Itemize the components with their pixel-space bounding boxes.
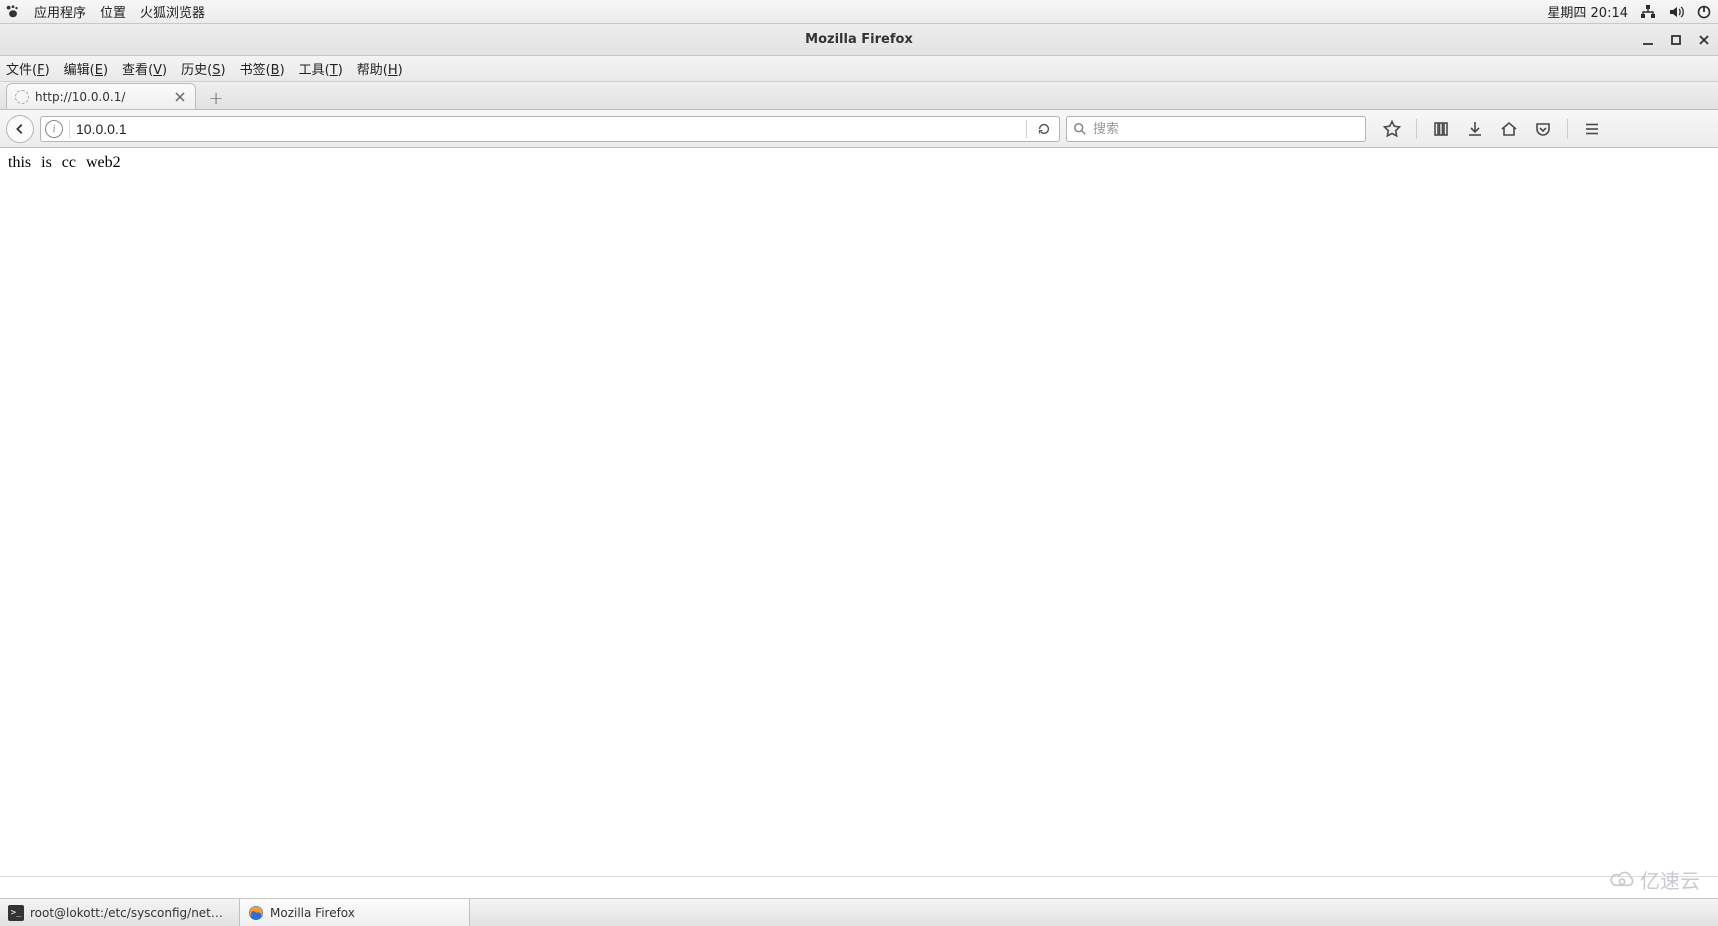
search-input[interactable] xyxy=(1093,121,1359,136)
browser-tab[interactable]: http://10.0.0.1/ xyxy=(6,83,196,109)
search-icon xyxy=(1073,122,1087,136)
gnome-taskbar: >_ root@lokott:/etc/sysconfig/networ… Mo… xyxy=(0,898,1718,926)
gnome-top-panel: 应用程序 位置 火狐浏览器 星期四 20:14 xyxy=(0,0,1718,24)
firefox-icon xyxy=(248,905,264,921)
tab-strip: http://10.0.0.1/ + xyxy=(0,82,1718,110)
downloads-icon[interactable] xyxy=(1465,119,1485,139)
window-minimize-button[interactable] xyxy=(1640,32,1656,48)
home-icon[interactable] xyxy=(1499,119,1519,139)
firefox-menubar: 文件(F) 编辑(E) 查看(V) 历史(S) 书签(B) 工具(T) 帮助(H… xyxy=(0,56,1718,82)
menu-help[interactable]: 帮助(H) xyxy=(357,59,403,78)
gnome-menu-applications[interactable]: 应用程序 xyxy=(34,2,86,21)
power-icon[interactable] xyxy=(1696,4,1712,20)
menu-file[interactable]: 文件(F) xyxy=(6,59,50,78)
window-title: Mozilla Firefox xyxy=(805,32,913,47)
page-text: this is cc web2 xyxy=(8,154,121,171)
menu-tools[interactable]: 工具(T) xyxy=(299,59,343,78)
taskbar-item-terminal[interactable]: >_ root@lokott:/etc/sysconfig/networ… xyxy=(0,899,240,926)
urlbar-separator xyxy=(1026,120,1027,138)
pocket-icon[interactable] xyxy=(1533,119,1553,139)
gnome-menu-places[interactable]: 位置 xyxy=(100,2,126,21)
taskbar-terminal-label: root@lokott:/etc/sysconfig/networ… xyxy=(30,906,231,920)
library-icon[interactable] xyxy=(1431,119,1451,139)
taskbar-item-firefox[interactable]: Mozilla Firefox xyxy=(240,899,470,926)
tab-favicon-placeholder-icon xyxy=(15,90,29,104)
menu-edit[interactable]: 编辑(E) xyxy=(64,59,108,78)
bookmark-star-icon[interactable] xyxy=(1382,119,1402,139)
identity-info-icon[interactable]: i xyxy=(45,120,63,138)
gnome-menu-firefox[interactable]: 火狐浏览器 xyxy=(140,2,205,21)
menu-history[interactable]: 历史(S) xyxy=(181,59,225,78)
urlbar-separator xyxy=(69,120,70,138)
reload-button[interactable] xyxy=(1033,118,1055,140)
nav-toolbar: i xyxy=(0,110,1718,148)
hamburger-menu-icon[interactable] xyxy=(1582,119,1602,139)
window-titlebar[interactable]: Mozilla Firefox xyxy=(0,24,1718,56)
window-close-button[interactable] xyxy=(1696,32,1712,48)
gnome-clock[interactable]: 星期四 20:14 xyxy=(1547,2,1628,21)
menu-view[interactable]: 查看(V) xyxy=(122,59,167,78)
url-input[interactable] xyxy=(76,121,1020,137)
network-icon[interactable] xyxy=(1640,4,1656,20)
page-body: this is cc web2 xyxy=(0,148,1718,178)
toolbar-separator xyxy=(1416,119,1417,139)
tab-close-button[interactable] xyxy=(173,90,187,104)
search-bar[interactable] xyxy=(1066,116,1366,142)
window-maximize-button[interactable] xyxy=(1668,32,1684,48)
menu-bookmarks[interactable]: 书签(B) xyxy=(240,59,285,78)
url-bar[interactable]: i xyxy=(40,116,1060,142)
new-tab-button[interactable]: + xyxy=(202,87,230,109)
gnome-foot-icon xyxy=(6,5,20,19)
status-bar xyxy=(0,876,1718,898)
toolbar-separator xyxy=(1567,119,1568,139)
back-button[interactable] xyxy=(6,115,34,143)
terminal-icon: >_ xyxy=(8,905,24,921)
volume-icon[interactable] xyxy=(1668,4,1684,20)
tab-label: http://10.0.0.1/ xyxy=(35,90,173,104)
taskbar-firefox-label: Mozilla Firefox xyxy=(270,906,355,920)
